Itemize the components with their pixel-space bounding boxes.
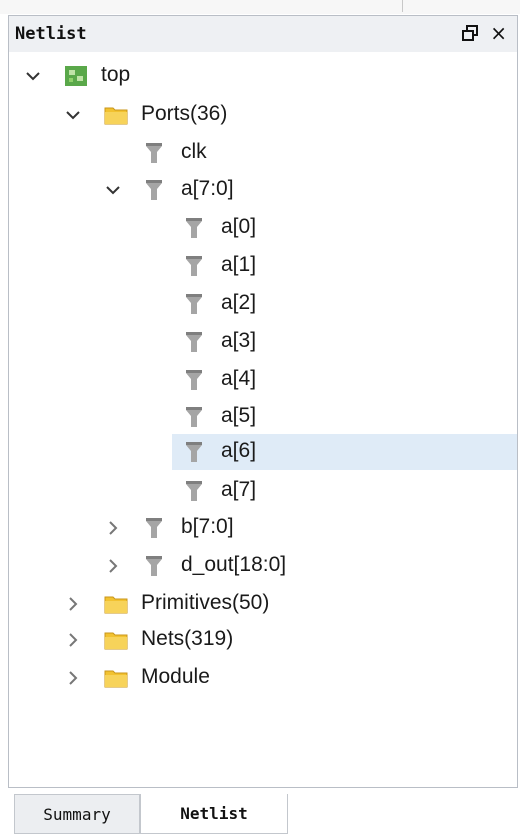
tree-label-a-bit: a[5]: [221, 404, 257, 427]
tree-label-a-bit: a[4]: [221, 367, 257, 390]
tree-label-clk: clk: [181, 140, 207, 163]
port-icon: [186, 256, 202, 276]
tree-label-a-bit: a[0]: [221, 215, 257, 238]
tree-label-b-bus: b[7:0]: [181, 515, 234, 538]
tree-item-module[interactable]: Module: [9, 660, 509, 696]
tree-label-a-bit: a[1]: [221, 253, 257, 276]
tree-item-a-bit[interactable]: a[3]: [9, 324, 509, 360]
tree-label-a-bit: a[6]: [221, 439, 257, 462]
tree-item-a-bit[interactable]: a[5]: [9, 399, 509, 435]
tree-label-ports: Ports(36): [141, 102, 228, 125]
folder-icon: [104, 107, 128, 125]
tree-item-top[interactable]: top: [9, 58, 509, 94]
tree-label-a-bus: a[7:0]: [181, 177, 234, 200]
tree-label-primitives: Primitives(50): [141, 591, 270, 614]
port-icon: [186, 294, 202, 314]
tree-item-ports[interactable]: Ports(36): [9, 97, 509, 133]
chevron-down-icon[interactable]: [65, 107, 81, 123]
netlist-tree: top Ports(36) clk a[7:0] a[0] a[1] a[2] …: [8, 52, 518, 788]
chevron-right-icon[interactable]: [65, 632, 81, 648]
netlist-window: Netlist × top Ports(36) clk a[7:0] a[0] …: [0, 0, 520, 839]
panel-header: Netlist ×: [8, 15, 518, 53]
chevron-right-icon[interactable]: [65, 670, 81, 686]
folder-icon: [104, 670, 128, 688]
tree-item-a-bit[interactable]: a[4]: [9, 362, 509, 398]
bottom-tab-bar: Summary Netlist: [14, 794, 520, 839]
chevron-right-icon[interactable]: [65, 596, 81, 612]
port-icon: [146, 143, 162, 163]
port-icon: [146, 556, 162, 576]
tree-label-a-bit: a[3]: [221, 329, 257, 352]
tree-item-a-bit[interactable]: a[2]: [9, 286, 509, 322]
port-icon: [186, 332, 202, 352]
chevron-down-icon[interactable]: [105, 182, 121, 198]
tree-item-primitives[interactable]: Primitives(50): [9, 586, 509, 622]
float-restore-icon[interactable]: [462, 25, 479, 41]
tree-item-a-bus[interactable]: a[7:0]: [9, 172, 509, 208]
tree-item-nets[interactable]: Nets(319): [9, 622, 509, 658]
port-icon: [186, 442, 202, 462]
top-strip: [0, 0, 520, 14]
chevron-down-icon[interactable]: [25, 68, 41, 84]
tree-label-nets: Nets(319): [141, 627, 234, 650]
tab-summary[interactable]: Summary: [14, 794, 140, 834]
tree-label-a-bit: a[2]: [221, 291, 257, 314]
chevron-right-icon[interactable]: [105, 558, 121, 574]
module-icon: [65, 66, 87, 86]
tree-item-b-bus[interactable]: b[7:0]: [9, 510, 509, 546]
tree-item-a-bit-selected[interactable]: a[6]: [172, 434, 517, 470]
port-icon: [146, 518, 162, 538]
tree-label-top: top: [101, 63, 131, 86]
tree-label-a-bit: a[7]: [221, 478, 257, 501]
tree-label-module: Module: [141, 665, 210, 688]
tree-item-a-bit[interactable]: a[1]: [9, 248, 509, 284]
tree-item-a-bit[interactable]: a[7]: [9, 473, 509, 509]
panel-title: Netlist: [15, 24, 87, 44]
port-icon: [186, 407, 202, 427]
port-icon: [146, 180, 162, 200]
divider: [402, 0, 403, 12]
port-icon: [186, 481, 202, 501]
folder-icon: [104, 632, 128, 650]
tree-label-d-out-bus: d_out[18:0]: [181, 553, 287, 576]
close-icon[interactable]: ×: [490, 22, 507, 44]
tree-item-d-out-bus[interactable]: d_out[18:0]: [9, 548, 509, 584]
folder-icon: [104, 596, 128, 614]
chevron-right-icon[interactable]: [105, 520, 121, 536]
tree-item-a-bit[interactable]: a[0]: [9, 210, 509, 246]
port-icon: [186, 370, 202, 390]
tree-item-clk[interactable]: clk: [9, 135, 509, 171]
port-icon: [186, 218, 202, 238]
tab-netlist[interactable]: Netlist: [140, 794, 288, 834]
window-buttons: ×: [462, 22, 507, 44]
